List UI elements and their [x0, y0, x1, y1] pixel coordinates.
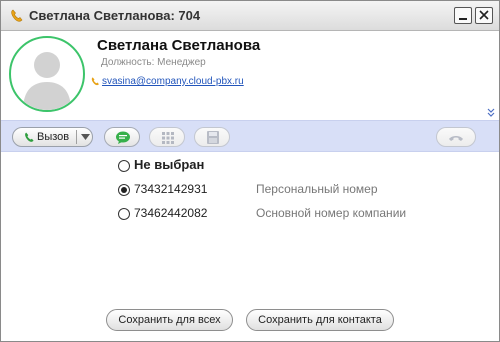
close-icon [479, 10, 489, 20]
radio-personal-number[interactable] [118, 184, 130, 196]
phone-handset-icon [9, 8, 25, 24]
option-description: Основной номер компании [256, 206, 407, 220]
option-description: Персональный номер [256, 182, 378, 196]
radio-not-selected[interactable] [118, 160, 130, 172]
person-silhouette-icon [23, 52, 71, 110]
contact-position: Должность: Менеджер [101, 57, 206, 68]
chat-bubble-icon [116, 131, 130, 144]
save-for-all-button[interactable]: Сохранить для всех [106, 309, 233, 331]
radio-company-number[interactable] [118, 208, 130, 220]
option-number: 73462442082 [134, 206, 208, 220]
contact-window: Светлана Светланова: 704 Светлана Светла… [0, 0, 500, 342]
minimize-button[interactable] [454, 7, 472, 24]
contact-email-link[interactable]: svasina@company.cloud-pbx.ru [102, 76, 244, 87]
avatar [9, 36, 85, 112]
hangup-button[interactable] [436, 127, 476, 147]
chevron-down-icon[interactable] [81, 134, 90, 140]
close-button[interactable] [475, 7, 493, 24]
dialpad-button[interactable] [149, 127, 185, 147]
phone-icon [25, 132, 34, 142]
call-divider [76, 130, 77, 144]
phone-small-icon [90, 76, 101, 87]
call-button-label: Вызов [37, 131, 70, 143]
expand-chevron-icon[interactable] [486, 107, 496, 117]
save-button[interactable] [194, 127, 230, 147]
action-toolbar: Вызов [1, 120, 499, 152]
save-for-contact-button[interactable]: Сохранить для контакта [246, 309, 394, 331]
hangup-icon [449, 136, 463, 141]
contact-card: Светлана Светланова Должность: Менеджер … [1, 32, 499, 120]
number-options: Не выбран 73432142931 Персональный номер… [1, 153, 499, 293]
call-button[interactable]: Вызов [12, 127, 93, 147]
option-label: Не выбран [134, 157, 205, 172]
dialpad-icon [162, 132, 174, 144]
minimize-icon [459, 18, 467, 20]
window-title: Светлана Светланова: 704 [29, 8, 201, 23]
title-bar[interactable]: Светлана Светланова: 704 [1, 1, 499, 31]
chat-button[interactable] [104, 127, 140, 147]
contact-name: Светлана Светланова [97, 37, 261, 54]
option-number: 73432142931 [134, 182, 208, 196]
save-disk-icon [207, 131, 219, 144]
